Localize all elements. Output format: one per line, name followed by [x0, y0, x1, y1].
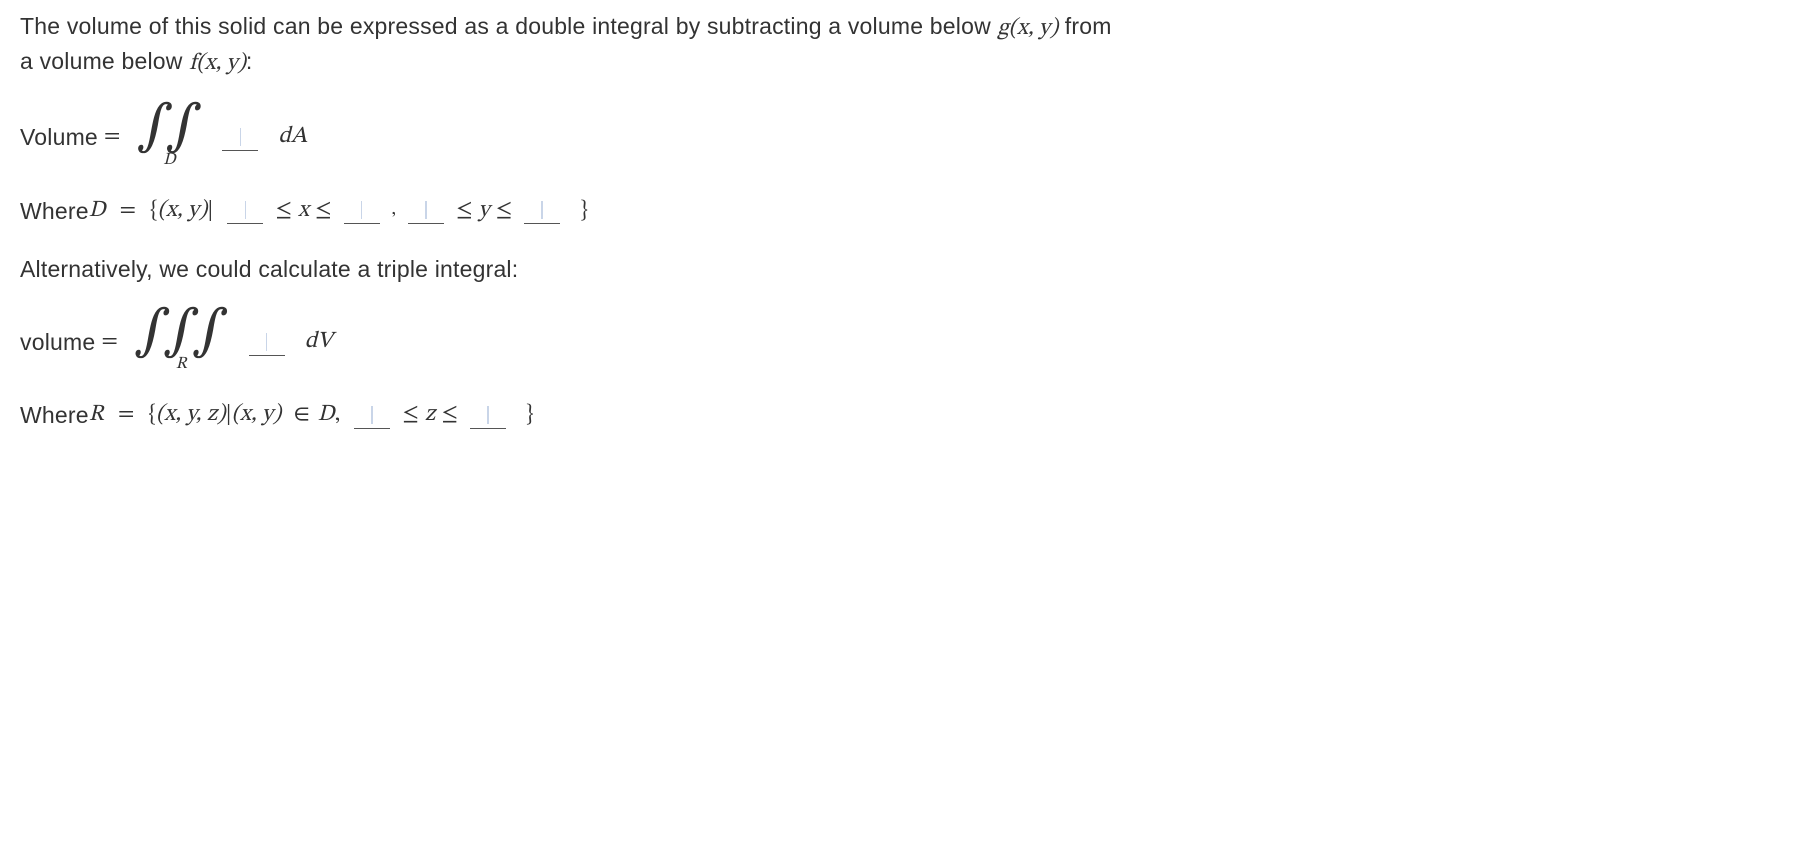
double-integral-icon: ∫∫ [136, 106, 202, 149]
intro-text-3: : [246, 48, 253, 74]
y-lower-blank[interactable] [408, 197, 444, 224]
comma-1: , [386, 198, 402, 223]
triple-integral-icon: ∫∫∫ [134, 311, 229, 354]
intro-g-of-xy: g(x, y) [997, 17, 1058, 40]
leq-6: ≤ [435, 399, 464, 431]
equals-sign: = [98, 121, 127, 153]
double-integral-line: Volume = ∫∫ D dA [20, 106, 1120, 168]
leq-4: ≤ [490, 195, 519, 227]
leq-5: ≤ [396, 399, 425, 431]
intro-paragraph: The volume of this solid can be expresse… [20, 10, 1120, 80]
triple-integral-subscript: R [176, 356, 187, 373]
pair-xy: (x, y) [158, 195, 208, 227]
intro-f-of-xy: f(x, y) [189, 52, 246, 75]
D-symbol-2: D [318, 399, 335, 431]
triple-xyz: (x, y, z) [156, 399, 225, 431]
volume-label-2: volume [20, 326, 95, 358]
leq-2: ≤ [309, 195, 338, 227]
y-upper-blank[interactable] [524, 197, 560, 224]
x-var: x [298, 195, 309, 227]
such-that-bar: | [207, 195, 213, 227]
dA-label: dA [278, 121, 307, 153]
domain-D-line: Where D = { (x, y) | ≤ x ≤ , ≤ y ≤ } [20, 195, 1120, 227]
set-close-brace: } [580, 195, 588, 227]
x-lower-blank[interactable] [227, 197, 263, 224]
set-open-brace: { [150, 195, 158, 227]
where-label-2: Where [20, 399, 89, 431]
z-upper-blank[interactable] [470, 402, 506, 429]
equals-sign-4: = [112, 399, 141, 431]
alternatively-text: Alternatively, we could calculate a trip… [20, 253, 1120, 285]
integrand-blank-1[interactable] [222, 124, 258, 151]
double-integral-block: ∫∫ D [136, 106, 202, 168]
triple-integral-block: ∫∫∫ R [134, 311, 229, 373]
R-symbol: R [89, 399, 104, 431]
region-R-line: Where R = { (x, y, z) | (x, y) ∈ D , ≤ z… [20, 399, 1120, 431]
where-label-1: Where [20, 195, 89, 227]
set-open-brace-2: { [148, 399, 156, 431]
triple-integral-line: volume = ∫∫∫ R dV [20, 311, 1120, 373]
equals-sign-3: = [95, 326, 124, 358]
intro-text-1: The volume of this solid can be expresse… [20, 13, 997, 39]
alt-text-span: Alternatively, we could calculate a trip… [20, 253, 518, 285]
element-of: ∈ [289, 399, 314, 431]
set-close-brace-2: } [526, 399, 534, 431]
leq-1: ≤ [269, 195, 298, 227]
comma-2: , [335, 399, 341, 431]
volume-label: Volume [20, 121, 98, 153]
double-integral-subscript: D [163, 152, 175, 169]
integrand-blank-2[interactable] [249, 329, 285, 356]
z-var: z [425, 399, 436, 431]
z-lower-blank[interactable] [354, 402, 390, 429]
y-var: y [479, 195, 490, 227]
dV-label: dV [305, 326, 333, 358]
leq-3: ≤ [450, 195, 479, 227]
D-symbol: D [89, 195, 106, 227]
equals-sign-2: = [114, 195, 143, 227]
pair-xy-2: (x, y) [232, 399, 282, 431]
x-upper-blank[interactable] [344, 197, 380, 224]
